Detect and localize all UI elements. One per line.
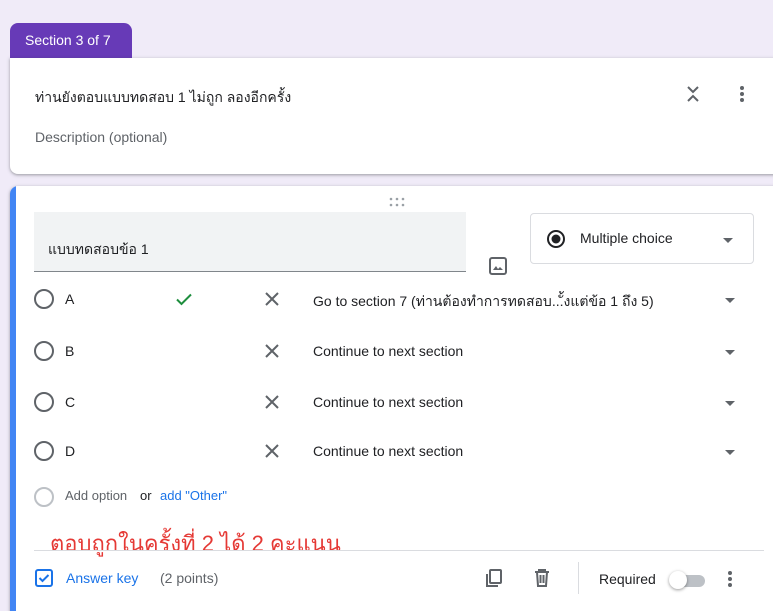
active-indicator [10, 186, 16, 611]
option-label[interactable]: D [65, 443, 75, 459]
goto-section-select[interactable]: Continue to next section [313, 443, 463, 459]
caret-down-icon[interactable] [724, 293, 736, 305]
divider [34, 550, 764, 551]
option-radio [34, 341, 54, 361]
delete-icon[interactable] [530, 566, 554, 590]
caret-down-icon[interactable] [724, 445, 736, 457]
required-label: Required [599, 571, 656, 587]
question-type-label: Multiple choice [580, 230, 673, 246]
close-icon[interactable] [260, 339, 284, 363]
caret-down-icon[interactable] [724, 345, 736, 357]
section-card[interactable]: ท่านยังตอบแบบทดสอบ 1 ไม่ถูก ลองอีกครั้ง … [10, 58, 773, 174]
option-row-c[interactable]: C Continue to next section [34, 382, 764, 422]
vertical-divider [578, 562, 579, 594]
more-vert-icon[interactable] [730, 82, 754, 106]
or-text: or [140, 488, 152, 503]
option-radio [34, 392, 54, 412]
question-type-select[interactable]: Multiple choice [530, 213, 754, 264]
option-label[interactable]: B [65, 343, 74, 359]
question-card[interactable]: แบบทดสอบข้อ 1 Multiple choice A Go to se… [10, 186, 773, 611]
add-option-button[interactable]: Add option [65, 488, 127, 503]
option-radio [34, 441, 54, 461]
question-title: แบบทดสอบข้อ 1 [48, 241, 149, 257]
goto-section-select[interactable]: Continue to next section [313, 343, 463, 359]
points-label: (2 points) [160, 570, 219, 586]
required-toggle[interactable] [669, 570, 709, 590]
answer-key-button[interactable]: Answer key [66, 570, 138, 586]
duplicate-icon[interactable] [482, 566, 506, 590]
caret-down-icon[interactable] [724, 396, 736, 408]
add-image-icon[interactable] [486, 254, 510, 278]
option-label[interactable]: A [65, 291, 74, 307]
goto-section-select[interactable]: Continue to next section [313, 394, 463, 410]
section-tab: Section 3 of 7 [10, 23, 132, 58]
option-row-b[interactable]: B Continue to next section [34, 331, 764, 371]
option-radio [34, 289, 54, 309]
caret-down-icon [722, 233, 734, 245]
answer-key-icon[interactable] [34, 568, 54, 588]
collapse-icon[interactable] [681, 82, 705, 106]
section-title[interactable]: ท่านยังตอบแบบทดสอบ 1 ไม่ถูก ลองอีกครั้ง [35, 87, 291, 109]
close-icon[interactable] [260, 390, 284, 414]
option-row-d[interactable]: D Continue to next section [34, 431, 764, 471]
close-icon[interactable] [260, 439, 284, 463]
option-row-a[interactable]: A Go to section 7 (ท่านต้องทำการทดสอบ...… [34, 279, 764, 319]
question-title-field[interactable]: แบบทดสอบข้อ 1 [34, 212, 466, 272]
option-label[interactable]: C [65, 394, 75, 410]
check-icon[interactable] [172, 287, 196, 311]
close-icon[interactable] [260, 287, 284, 311]
goto-section-select[interactable]: Go to section 7 (ท่านต้องทำการทดสอบ...ั้… [313, 291, 654, 313]
add-option-row: Add option or add "Other" [34, 482, 434, 512]
drag-handle-icon[interactable] [388, 194, 406, 207]
radio-checked-icon [546, 229, 566, 249]
toggle-knob [669, 571, 687, 589]
option-radio [34, 487, 54, 507]
more-vert-icon[interactable] [718, 567, 742, 591]
section-description[interactable]: Description (optional) [35, 129, 167, 145]
annotation-text: ตอบถูกในครั้งที่ 2 ได้ 2 คะแนน [50, 531, 341, 556]
add-other-link[interactable]: add "Other" [160, 488, 227, 503]
